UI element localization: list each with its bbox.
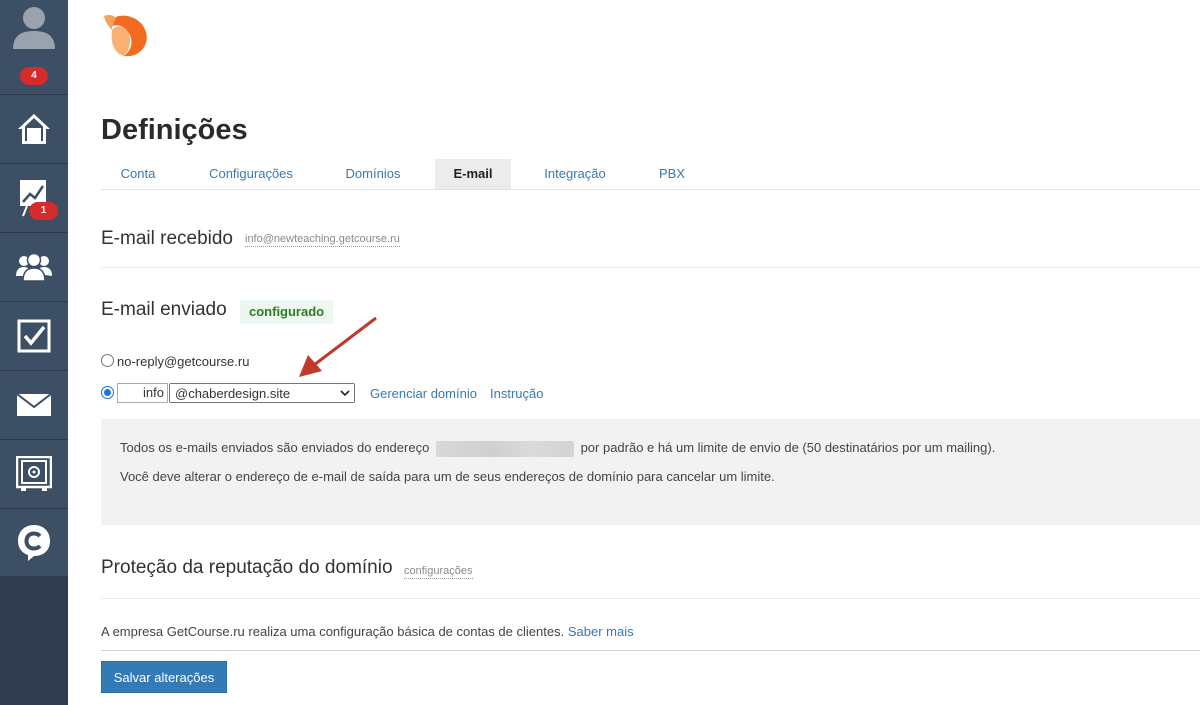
sender-domain-select[interactable]: @chaberdesign.site — [169, 383, 355, 403]
users-group-icon — [16, 252, 52, 282]
save-button[interactable]: Salvar alterações — [101, 661, 227, 693]
footer-info: A empresa GetCourse.ru realiza uma confi… — [101, 624, 634, 639]
received-email-address[interactable]: info@newteaching.getcourse.ru — [245, 233, 400, 247]
settings-tabs: Conta Configurações Domínios E-mail Inte… — [101, 159, 1200, 190]
sender-domain-value: @chaberdesign.site — [175, 386, 291, 401]
sidebar-item-home[interactable] — [0, 95, 68, 164]
chat-logo-icon — [18, 524, 50, 561]
annotation-arrow-icon — [299, 316, 377, 377]
tab-domains[interactable]: Domínios — [332, 159, 414, 189]
divider — [101, 267, 1200, 268]
user-avatar-icon — [13, 7, 55, 49]
tab-email[interactable]: E-mail — [435, 159, 511, 189]
sidebar: 4 1 — [0, 0, 68, 705]
getcourse-logo-icon — [104, 14, 147, 57]
manage-domain-link[interactable]: Gerenciar domínio — [370, 386, 477, 401]
domain-reputation-title: Proteção da reputação do domínio — [101, 557, 393, 578]
footer-info-text: A empresa GetCourse.ru realiza uma confi… — [101, 624, 565, 639]
sidebar-item-safe[interactable] — [0, 440, 68, 509]
divider — [101, 598, 1200, 599]
sender-local-part-input[interactable]: info — [117, 383, 168, 403]
page-title: Definições — [101, 114, 248, 146]
chevron-down-icon — [340, 390, 350, 397]
notice-line-1-start: Todos os e-mails enviados são enviados d… — [120, 440, 430, 455]
learn-more-link[interactable]: Saber mais — [568, 624, 634, 639]
default-sender-label: no-reply@getcourse.ru — [117, 354, 250, 369]
tab-account[interactable]: Conta — [101, 159, 175, 189]
notice-line-2: Você deve alterar o endereço de e-mail d… — [120, 469, 775, 484]
sending-limit-notice: Todos os e-mails enviados são enviados d… — [101, 419, 1200, 525]
sidebar-item-profile[interactable]: 4 — [0, 0, 68, 95]
notifications-badge: 4 — [20, 67, 48, 85]
sales-badge: 1 — [29, 202, 58, 220]
radio-custom-sender[interactable] — [101, 386, 114, 399]
notice-line-1: Todos os e-mails enviados são enviados d… — [120, 440, 995, 457]
sidebar-item-chat[interactable] — [0, 509, 68, 577]
safe-icon — [16, 456, 52, 491]
reputation-settings-link[interactable]: configurações — [404, 565, 473, 579]
tab-configurations[interactable]: Configurações — [195, 159, 307, 189]
home-icon — [18, 114, 50, 144]
tasks-checkbox-icon — [17, 319, 51, 353]
sidebar-item-users[interactable] — [0, 233, 68, 302]
redacted-email — [435, 440, 574, 457]
received-email-title: E-mail recebido — [101, 228, 233, 249]
tab-pbx[interactable]: PBX — [643, 159, 701, 189]
sidebar-item-messages[interactable] — [0, 371, 68, 440]
sidebar-item-sales[interactable]: 1 — [0, 164, 68, 233]
mail-icon — [17, 394, 51, 416]
tab-integration[interactable]: Integração — [532, 159, 618, 189]
divider — [101, 650, 1200, 651]
sidebar-filler — [0, 577, 68, 705]
sent-email-title: E-mail enviado — [101, 299, 227, 320]
notice-line-1-end: por padrão e há um limite de envio de (5… — [580, 440, 996, 455]
sidebar-item-tasks[interactable] — [0, 302, 68, 371]
instruction-link[interactable]: Instrução — [490, 386, 543, 401]
radio-default-sender[interactable] — [101, 354, 114, 367]
